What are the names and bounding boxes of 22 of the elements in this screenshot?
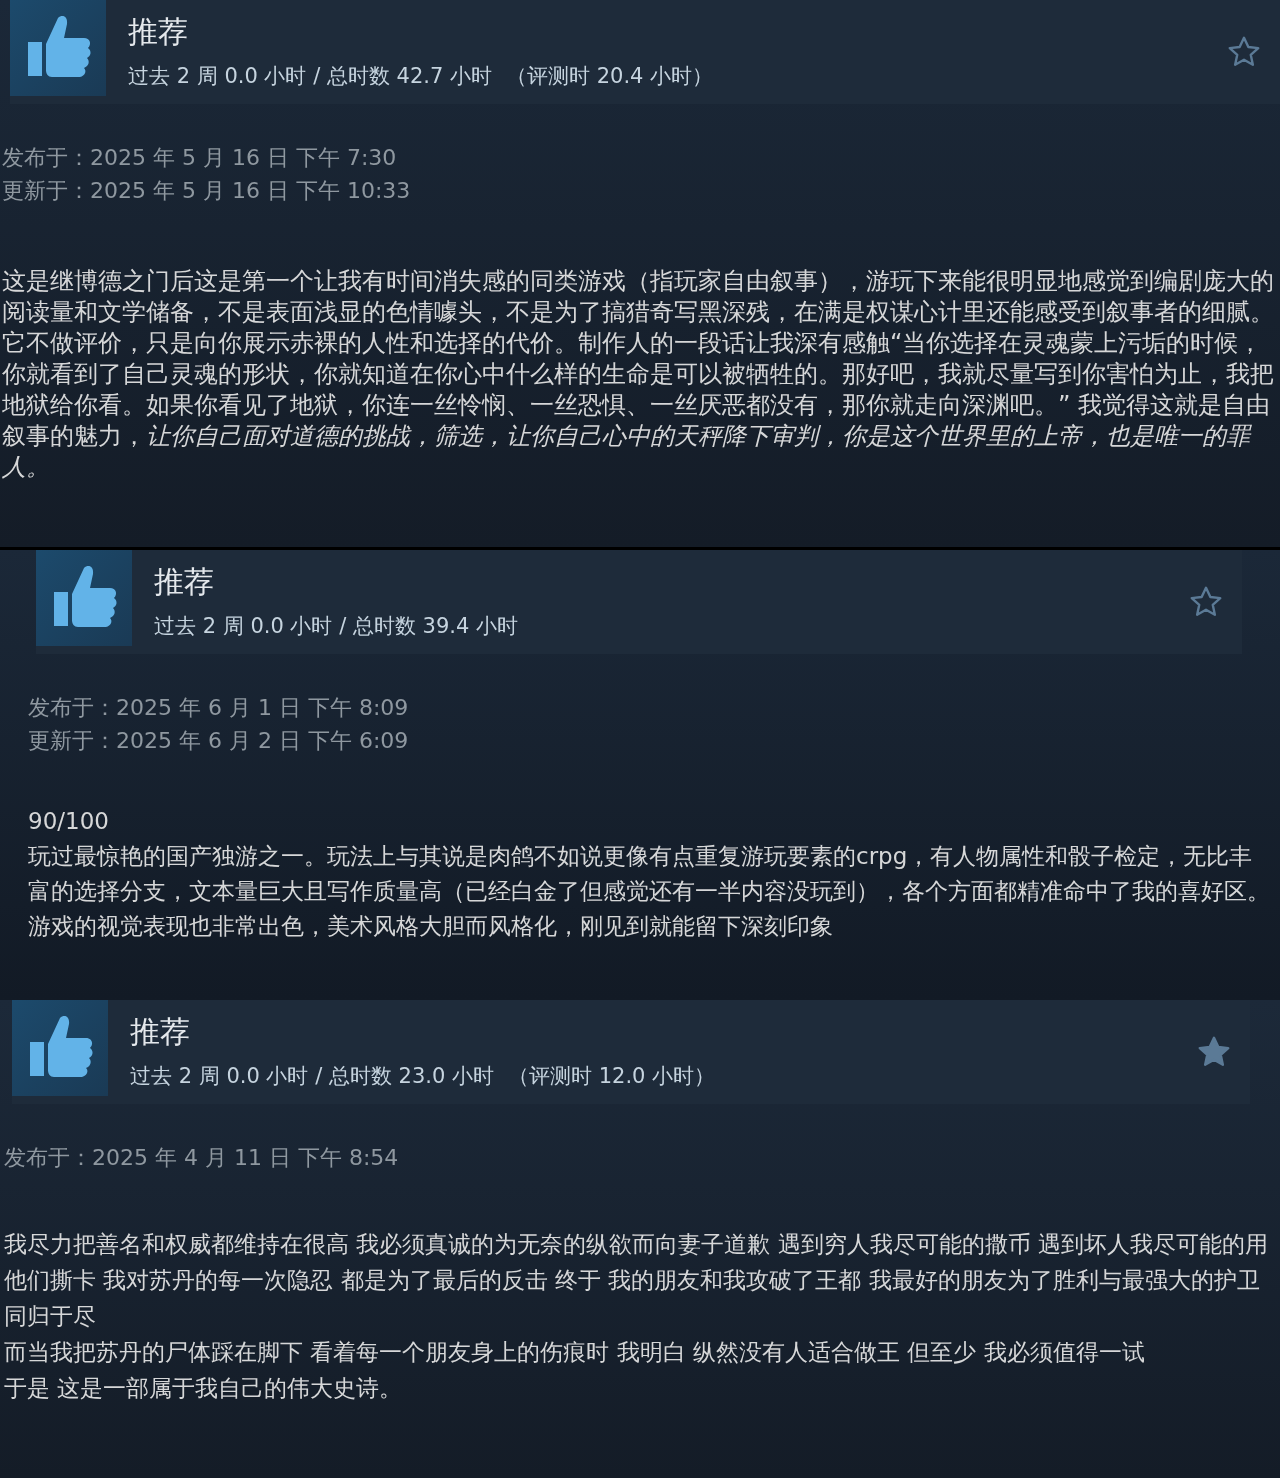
thumbs-up-icon xyxy=(10,0,106,96)
review-text: 我尽力把善名和权威都维持在很高 我必须真诚的为无奈的纵欲而向妻子道歉 遇到穷人我尽可能的撒币 遇到坏人我尽可能的用他们撕卡 我对苏丹的每一次隐忍 都是为了最后的反击 终于 我的朋友和我攻破了王都 我最好的朋友为了胜利与最强大的护卫同归于尽 xyxy=(4,1230,1269,1331)
thumbs-up-icon xyxy=(12,1000,108,1096)
review-verdict: 推荐 xyxy=(154,564,215,600)
post-date: 发布于：2025 年 5 月 16 日 下午 7:30 xyxy=(2,144,398,171)
playtime-text: 过去 2 周 0.0 小时 / 总时数 42.7 小时 xyxy=(128,63,492,90)
review-playtime-text: （评测时 20.4 小时） xyxy=(506,63,714,90)
post-date: 更新于：2025 年 6 月 2 日 下午 6:09 xyxy=(28,727,410,754)
post-date: 发布于：2025 年 4 月 11 日 下午 8:54 xyxy=(4,1144,400,1171)
review-verdict: 推荐 xyxy=(130,1014,191,1050)
post-date: 发布于：2025 年 6 月 1 日 下午 8:09 xyxy=(28,694,410,721)
review-text: 而当我把苏丹的尸体踩在脚下 看着每一个朋友身上的伤痕时 我明白 纵然没有人适合做王 但至少 我必须值得一试 xyxy=(4,1338,1146,1367)
review-text: 玩过最惊艳的国产独游之一。玩法上与其说是肉鸽不如说更像有点重复游玩要素的crpg，有人物属性和骰子检定，无比丰富的选择分支，文本量巨大且写作质量高（已经白金了但感觉还有一半内容没玩到），各个方面都精准命中了我的喜好区。游戏的视觉表现也非常出色，美术风格大胆而风格化，刚见到就能留下深刻印象 xyxy=(28,842,1271,941)
post-date: 更新于：2025 年 5 月 16 日 下午 10:33 xyxy=(2,177,412,204)
review-text: 于是 这是一部属于我自己的伟大史诗。 xyxy=(4,1374,404,1403)
review-verdict: 推荐 xyxy=(128,14,189,50)
review-playtime-text: （评测时 12.0 小时） xyxy=(508,1063,716,1090)
review-text: 90/100 xyxy=(28,807,110,836)
playtime-text: 过去 2 周 0.0 小时 / 总时数 39.4 小时 xyxy=(154,613,518,640)
review-text: 这是继博德之门后这是第一个让我有时间消失感的同类游戏（指玩家自由叙事），游玩下来能很明显地感觉到编剧庞大的阅读量和文学储备，不是表面浅显的色情噱头，不是为了搞猎奇写黑深残，在满是权谋心计里还能感受到叙事者的细腻。它不做评价，只是向你展示赤裸的人性和选择的代价。制作人的一段话让我深有感触“当你选择在灵魂蒙上污垢的时候，你就看到了自己灵魂的形状，你就知道在你心中什么样的生命是可以被牺牲的。那好吧，我就尽量写到你害怕为止，我把地狱给你看。如果你看见了地狱，你连一丝怜悯、一丝恐惧、一丝厌恶都没有，那你就走向深渊吧。” 我觉得这就是自由叙事的魅力，让你自己面对道德的挑战，筛选，让你自己心中的天秤降下审判，你是这个世界里的上帝，也是唯一的罪人。 xyxy=(2,266,1275,483)
playtime-text: 过去 2 周 0.0 小时 / 总时数 23.0 小时 xyxy=(130,1063,494,1090)
thumbs-up-icon xyxy=(36,550,132,646)
